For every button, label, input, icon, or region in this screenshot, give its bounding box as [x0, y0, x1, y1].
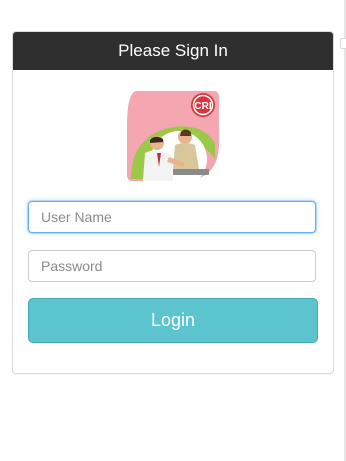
panel-title: Please Sign In	[13, 32, 333, 70]
cri-logo-icon: CRI	[127, 91, 219, 185]
password-input[interactable]	[28, 250, 316, 282]
scrollbar-thumb[interactable]	[340, 38, 346, 49]
cri-badge-text: CRI	[194, 101, 211, 112]
login-button[interactable]: Login	[28, 298, 318, 343]
login-page: Please Sign In CRI Login	[0, 0, 346, 461]
username-input[interactable]	[28, 201, 316, 233]
sign-in-panel: Please Sign In CRI Login	[12, 31, 334, 374]
